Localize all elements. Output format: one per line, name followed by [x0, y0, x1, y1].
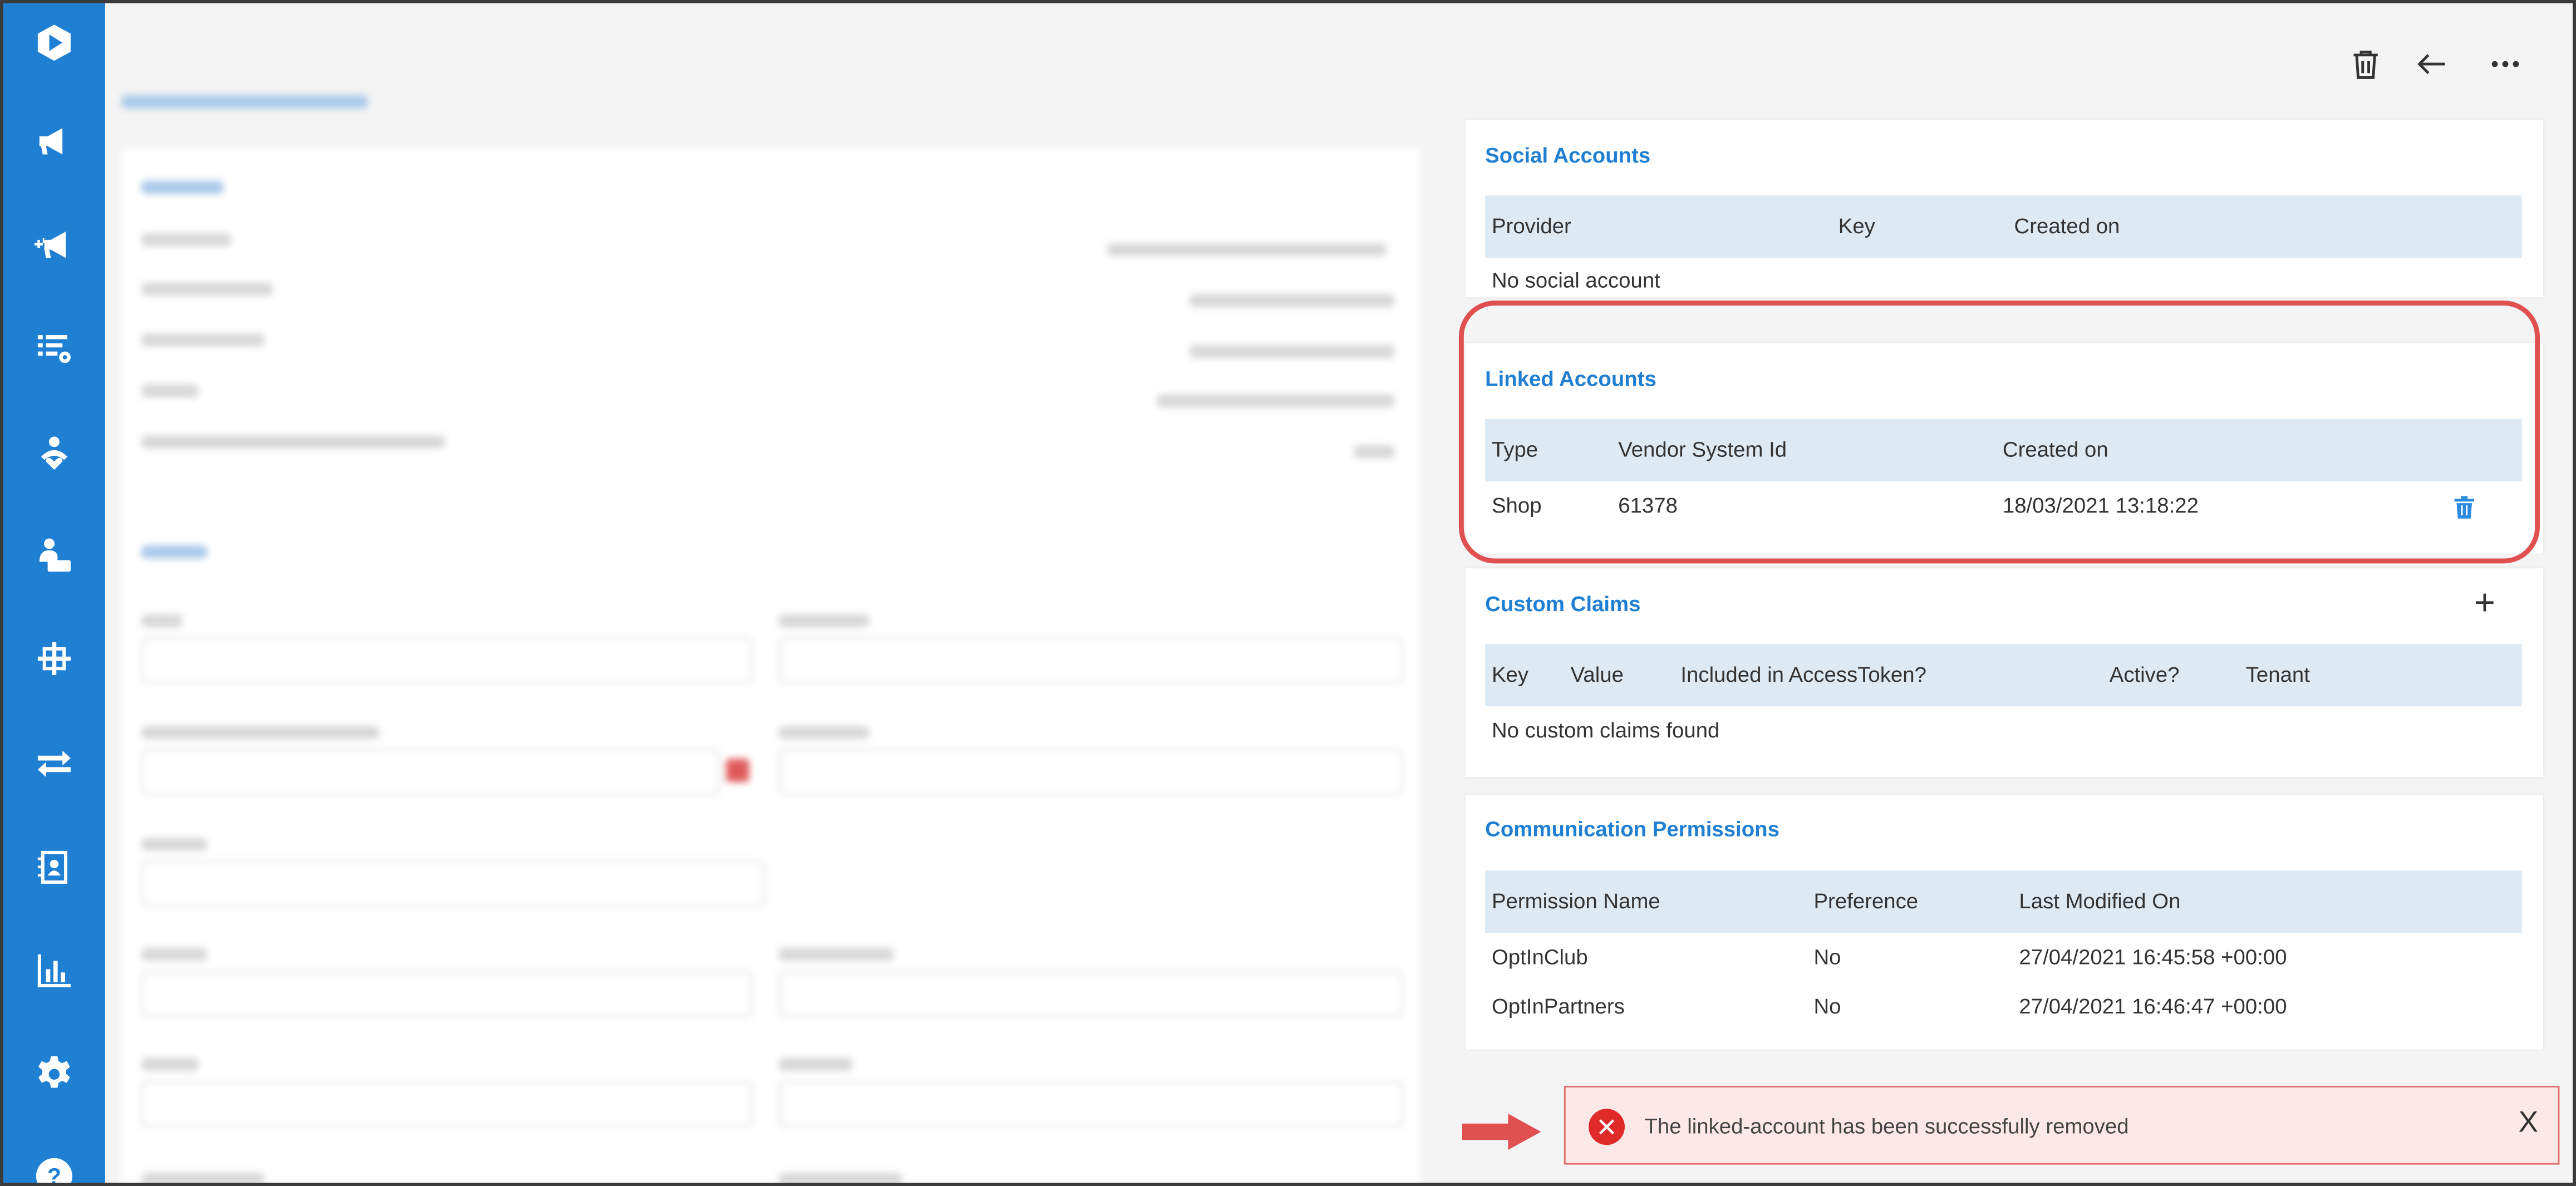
megaphone-plus-icon[interactable] — [31, 222, 77, 268]
sidebar: ? — [3, 3, 105, 1186]
more-options-icon[interactable] — [2484, 43, 2527, 86]
contacts-icon[interactable] — [31, 844, 77, 890]
linked-accounts-highlight — [1458, 301, 2540, 564]
permission-modified: 27/04/2021 16:45:58 +00:00 — [2019, 944, 2287, 970]
col-last-modified-on: Last Modified On — [2019, 888, 2181, 914]
custom-claims-title: Custom Claims — [1485, 591, 1641, 616]
add-claim-button[interactable]: + — [2474, 582, 2495, 624]
permissions-header: Permission Name Preference Last Modified… — [1485, 870, 2522, 933]
claims-empty-message: No custom claims found — [1491, 717, 1720, 743]
list-settings-icon[interactable] — [31, 325, 77, 371]
col-preference: Preference — [1813, 888, 1919, 914]
gear-icon[interactable] — [31, 1051, 77, 1098]
col-value: Value — [1570, 662, 1624, 687]
error-toast: The linked-account has been successfully… — [1564, 1085, 2560, 1165]
col-created-on: Created on — [2014, 213, 2120, 238]
error-icon — [1589, 1109, 1625, 1145]
chart-icon[interactable] — [31, 948, 77, 994]
toast-close-button[interactable]: X — [2519, 1105, 2538, 1140]
social-accounts-header: Provider Key Created on — [1485, 195, 2522, 258]
transfer-icon[interactable] — [31, 741, 77, 787]
network-icon[interactable] — [31, 636, 77, 682]
logo-icon[interactable] — [31, 19, 77, 66]
col-provider: Provider — [1491, 213, 1571, 238]
communication-permissions-title: Communication Permissions — [1485, 816, 1779, 841]
permission-name: OptInClub — [1491, 944, 1588, 970]
col-permission-name: Permission Name — [1491, 888, 1660, 914]
back-arrow-icon[interactable] — [2410, 43, 2453, 86]
toast-message: The linked-account has been successfully… — [1644, 1114, 2129, 1139]
social-empty-message: No social account — [1491, 268, 1660, 293]
col-key: Key — [1838, 213, 1875, 238]
megaphone-icon[interactable] — [31, 119, 77, 165]
svg-text:?: ? — [47, 1164, 61, 1186]
permission-preference: No — [1813, 944, 1841, 970]
col-key: Key — [1491, 662, 1529, 687]
custom-claims-header: Key Value Included in AccessToken? Activ… — [1485, 643, 2522, 707]
user-laptop-icon[interactable] — [31, 532, 77, 578]
social-accounts-title: Social Accounts — [1485, 142, 1651, 168]
col-included-in-accesstoken: Included in AccessToken? — [1680, 662, 1926, 687]
col-tenant: Tenant — [2245, 662, 2310, 687]
permission-modified: 27/04/2021 16:46:47 +00:00 — [2019, 993, 2287, 1018]
app-window: ? Social Accounts Provider Key Created o… — [0, 0, 2576, 1186]
trash-icon[interactable] — [2344, 43, 2387, 86]
permission-preference: No — [1813, 993, 1841, 1018]
user-heart-icon[interactable] — [31, 430, 77, 476]
custom-claims-card: Custom Claims + Key Value Included in Ac… — [1465, 568, 2543, 777]
social-accounts-card: Social Accounts Provider Key Created on … — [1465, 120, 2543, 298]
annotation-arrow-icon — [1462, 1114, 1541, 1150]
communication-permissions-card: Communication Permissions Permission Nam… — [1465, 795, 2543, 1050]
permission-name: OptInPartners — [1491, 993, 1625, 1018]
blurred-profile-panel — [109, 69, 1423, 1183]
col-active: Active? — [2109, 662, 2180, 687]
help-icon[interactable]: ? — [31, 1153, 77, 1186]
